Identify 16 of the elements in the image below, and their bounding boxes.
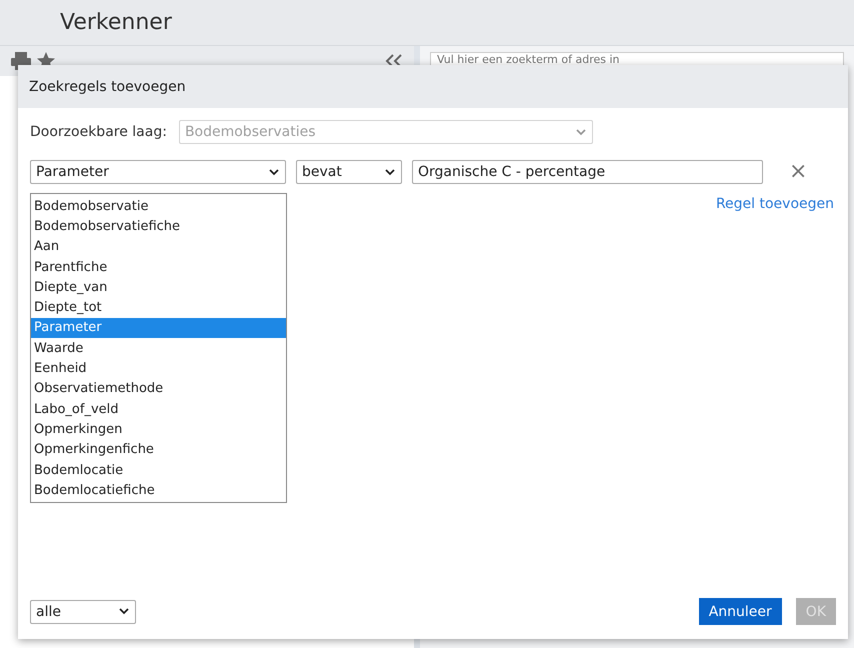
add-rule-link[interactable]: Regel toevoegen bbox=[716, 196, 834, 212]
dropdown-option[interactable]: Parameter bbox=[31, 318, 286, 338]
remove-button[interactable]: × bbox=[781, 161, 816, 183]
field-select[interactable]: Parameter bbox=[30, 160, 286, 184]
dialog-title: Zoekregels toevoegen bbox=[29, 78, 186, 94]
caret-icon bbox=[269, 168, 279, 176]
cancel-button[interactable]: Annuleer bbox=[698, 598, 782, 625]
value-field[interactable]: Organische C - percentage bbox=[412, 160, 763, 184]
operator-select[interactable]: bevat bbox=[296, 160, 402, 184]
caret-icon bbox=[119, 608, 129, 615]
caret-icon bbox=[576, 128, 586, 136]
caret-icon bbox=[385, 168, 395, 176]
layer-label: Doorzoekbare laag: bbox=[30, 124, 167, 140]
app-title: Verkenner bbox=[60, 10, 172, 35]
match-select[interactable]: alle bbox=[30, 600, 136, 624]
collapse-icon[interactable] bbox=[384, 54, 404, 68]
